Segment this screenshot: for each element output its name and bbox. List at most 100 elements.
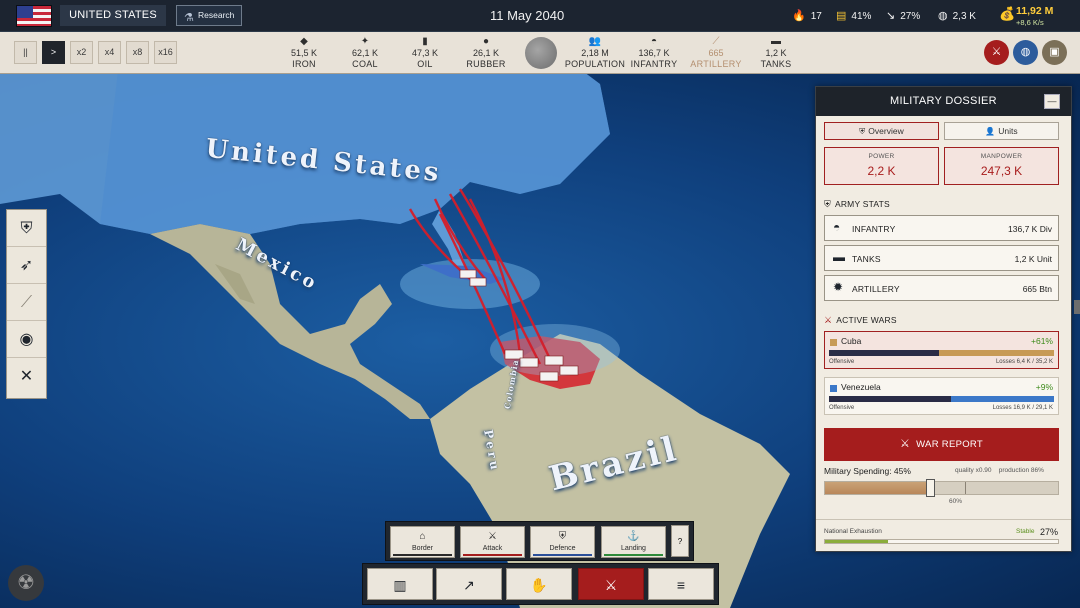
war-swatch xyxy=(830,385,837,392)
resource-infantry[interactable]: ◓ 136,7 K INFANTRY xyxy=(624,36,684,69)
tab-overview[interactable]: ⛨ Overview xyxy=(824,122,939,140)
nav-diplomacy-button[interactable]: ✋ xyxy=(506,568,572,600)
army-row-infantry[interactable]: ◓ INFANTRY 136,7 K Div xyxy=(824,215,1059,241)
war-name: Venezuela xyxy=(841,382,881,392)
minimize-button[interactable]: — xyxy=(1044,94,1060,109)
speed-x16-button[interactable]: x16 xyxy=(154,41,177,64)
army-infantry-value: 136,7 K Div xyxy=(1008,224,1052,234)
power-value: 2,2 K xyxy=(867,164,896,178)
nuclear-button[interactable]: ☢ xyxy=(8,565,44,601)
eye-tool-button[interactable]: ◉ xyxy=(7,321,46,358)
stat-territory: ▤ 41% xyxy=(836,9,871,22)
war-progress-bar xyxy=(829,396,1054,402)
war-losses: Losses 16,9 K / 29,1 K xyxy=(992,405,1053,411)
economy-button[interactable]: ▣ xyxy=(1042,40,1067,65)
slider-handle[interactable] xyxy=(925,479,935,497)
army-stats-title: ARMY STATS xyxy=(834,199,890,209)
diplomacy-button[interactable]: ◍ xyxy=(1013,40,1038,65)
resource-rubber[interactable]: ● 26,1 K RUBBER xyxy=(456,36,516,69)
coins-icon: 💰 xyxy=(999,6,1016,21)
war-mode-button[interactable]: ⚔ xyxy=(984,40,1009,65)
nav-military-button[interactable]: ⚔ xyxy=(578,568,644,600)
globe-icon: ◍ xyxy=(938,10,948,22)
resource-iron-value: 51,5 K xyxy=(290,48,318,58)
anchor-icon: ⚓ xyxy=(627,531,640,542)
dossier-title: MILITARY DOSSIER xyxy=(816,87,1071,116)
nav-menu-button[interactable]: ≡ xyxy=(648,568,714,600)
game-screen: { "header": { "country": "UNITED STATES"… xyxy=(0,0,1080,608)
game-date: 11 May 2040 xyxy=(490,8,565,23)
military-spending-label: Military Spending: 45% xyxy=(824,466,911,476)
war-row-venezuela[interactable]: Venezuela +9% Offensive Losses 16,9 K / … xyxy=(824,377,1059,415)
iron-icon: ◆ xyxy=(300,36,308,47)
shield-tool-button[interactable]: ⛨ xyxy=(7,210,46,247)
play-button[interactable]: > xyxy=(42,41,65,64)
resource-artillery-value: 665 xyxy=(708,48,724,58)
resource-artillery[interactable]: ⟋ 665 ARTILLERY xyxy=(686,36,746,69)
defence-action-label: Defence xyxy=(549,545,576,552)
exhaustion-bar xyxy=(824,539,1059,544)
resource-tanks[interactable]: ▬ 1,2 K TANKS xyxy=(746,36,806,69)
army-row-tanks[interactable]: ▬ TANKS 1,2 K Unit xyxy=(824,245,1059,271)
nav-stats-button[interactable]: ↗ xyxy=(436,568,502,600)
treasury-rate: +8,6 K/s xyxy=(1016,18,1044,27)
war-row-cuba[interactable]: Cuba +61% Offensive Losses 6,4 K / 35,2 … xyxy=(824,331,1059,369)
country-flag-icon[interactable] xyxy=(16,5,52,27)
stat-stability-value: 27% xyxy=(900,11,921,22)
resource-population[interactable]: 👥 2,18 M POPULATION xyxy=(564,36,626,69)
rocket-icon: ➶ xyxy=(19,257,34,274)
attack-action-button[interactable]: ⚔ Attack xyxy=(460,526,525,558)
close-tool-button[interactable]: ✕ xyxy=(7,358,46,395)
tab-units-label: Units xyxy=(998,126,1018,136)
nav-map-button[interactable]: ▥ xyxy=(367,568,433,600)
resource-rubber-label: RUBBER xyxy=(466,59,506,69)
trend-down-icon: ↘ xyxy=(886,10,896,22)
army-infantry-name: INFANTRY xyxy=(852,224,896,234)
defence-action-button[interactable]: ⛨ Defence xyxy=(530,526,595,558)
rocket-tool-button[interactable]: ➶ xyxy=(7,247,46,284)
attack-action-underline xyxy=(463,554,522,556)
resource-oil[interactable]: ▮ 47,3 K OIL xyxy=(395,36,455,69)
exhaustion-label: National Exhaustion xyxy=(824,528,882,535)
border-action-label: Border xyxy=(411,545,433,552)
speed-x8-button[interactable]: x8 xyxy=(126,41,149,64)
brush-tool-button[interactable]: ⟋ xyxy=(7,284,46,321)
tab-units[interactable]: 👤 Units xyxy=(944,122,1059,140)
landing-action-underline xyxy=(604,554,663,556)
artillery-icon: ⟋ xyxy=(712,36,720,47)
bottom-nav: ▥ ↗ ✋ ⚔ ≡ xyxy=(362,563,719,605)
war-progress-fill xyxy=(950,396,1054,402)
resource-oil-value: 47,3 K xyxy=(411,48,439,58)
tanks-icon: ▬ xyxy=(833,250,845,264)
war-report-button[interactable]: ⚔ WAR REPORT xyxy=(824,428,1059,461)
army-artillery-name: ARTILLERY xyxy=(852,284,900,294)
army-row-artillery[interactable]: ✹ ARTILLERY 665 Btn xyxy=(824,275,1059,301)
border-action-button[interactable]: ⌂ Border xyxy=(390,526,455,558)
resource-iron[interactable]: ◆ 51,5 K IRON xyxy=(274,36,334,69)
research-button[interactable]: ⚗ Research xyxy=(176,5,242,26)
resource-tanks-value: 1,2 K xyxy=(765,48,787,58)
resource-coal[interactable]: ✦ 62,1 K COAL xyxy=(335,36,395,69)
infantry-icon: ◓ xyxy=(833,220,841,234)
speed-x2-button[interactable]: x2 xyxy=(70,41,93,64)
war-progress: +9% xyxy=(1035,382,1053,392)
war-mode: Offensive xyxy=(829,359,855,365)
exhaustion-fill xyxy=(825,540,888,543)
stat-fire: 🔥 17 xyxy=(792,9,822,22)
resource-infantry-label: INFANTRY xyxy=(630,59,678,69)
side-handle[interactable] xyxy=(1074,300,1080,314)
speed-x4-button[interactable]: x4 xyxy=(98,41,121,64)
swords-icon: ⚔ xyxy=(604,577,618,593)
national-exhaustion: National Exhaustion Stable 27% xyxy=(816,519,1071,551)
military-spending-slider[interactable] xyxy=(824,479,1059,497)
eye-icon: ◉ xyxy=(19,331,34,348)
help-button[interactable]: ? xyxy=(671,525,689,557)
chart-icon: ↗ xyxy=(463,577,475,593)
pause-button[interactable]: || xyxy=(14,41,37,64)
stat-territory-value: 41% xyxy=(851,11,872,22)
active-wars-title: ACTIVE WARS xyxy=(836,315,897,325)
slider-mark-label: 60% xyxy=(949,498,963,505)
country-name[interactable]: UNITED STATES xyxy=(60,5,166,26)
military-dossier-panel: MILITARY DOSSIER — ⛨ Overview 👤 Units POWE… xyxy=(815,86,1072,552)
landing-action-button[interactable]: ⚓ Landing xyxy=(601,526,666,558)
